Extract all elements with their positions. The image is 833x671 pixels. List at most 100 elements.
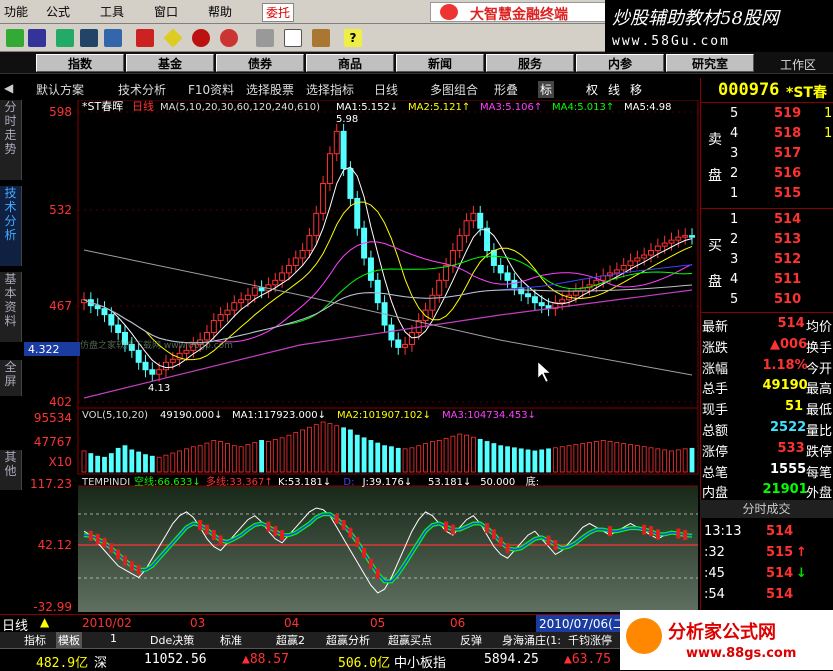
status-smb-amount: 506.0亿 — [338, 656, 391, 671]
line-button[interactable]: 线 — [608, 81, 620, 98]
volume-bar — [682, 448, 688, 473]
quote-value: 533 — [777, 440, 805, 456]
volume-y-label: X10 — [49, 455, 73, 469]
flag-icon[interactable] — [6, 29, 24, 47]
ind-tab-template[interactable]: 模板 — [56, 632, 82, 648]
quote-label: 最新 — [702, 320, 729, 335]
nav-insider[interactable]: 内参 — [576, 54, 664, 72]
ind-tab-rebound[interactable]: 反弹 — [460, 632, 482, 648]
ind-tab-chaoying-buy[interactable]: 超赢买点 — [388, 632, 432, 648]
candle-body — [689, 235, 695, 238]
left-arrow-icon[interactable]: ◀ — [4, 81, 13, 95]
indicator-panel-bg — [78, 486, 698, 612]
overlay-select[interactable]: 形叠 — [494, 81, 518, 98]
tech-analysis-select[interactable]: 技术分析 — [118, 81, 166, 98]
date-month-05: 05 — [370, 616, 386, 630]
menu-tools[interactable]: 工具 — [100, 3, 124, 20]
volume-bar — [409, 447, 415, 473]
ind-tab-chaoying2[interactable]: 超赢2 — [276, 632, 305, 648]
no-entry-icon[interactable] — [192, 29, 210, 47]
volume-bar — [334, 425, 340, 473]
ind-tab-dde[interactable]: Dde决策 — [150, 632, 194, 648]
nav-index[interactable]: 指数 — [36, 54, 124, 72]
volume-bar — [286, 434, 292, 473]
candle-body — [224, 309, 231, 316]
ind-tab-1[interactable]: 1 — [110, 632, 117, 645]
ind-tab-qianjun[interactable]: 千钧涨停 — [568, 632, 612, 648]
nav-news[interactable]: 新闻 — [396, 54, 484, 72]
menu-formula[interactable]: 公式 — [46, 3, 70, 20]
indicator-block — [498, 537, 503, 548]
stop-icon[interactable] — [220, 29, 238, 47]
binoculars-icon[interactable] — [80, 29, 98, 47]
volume-bar — [593, 441, 599, 473]
menu-help[interactable]: 帮助 — [208, 3, 232, 20]
volume-bar — [81, 450, 87, 473]
ind-tab-chaoying-analysis[interactable]: 超赢分析 — [326, 632, 370, 648]
scheme-select[interactable]: 默认方案 — [36, 81, 84, 98]
f10-select[interactable]: F10资料 — [188, 81, 234, 98]
alert-icon[interactable] — [136, 29, 154, 47]
level-price: 511 — [774, 272, 802, 287]
candle-body — [231, 302, 238, 311]
volume-bar — [634, 445, 640, 473]
volume-bar — [231, 445, 237, 473]
header-value: K:53.181↓ — [278, 477, 331, 488]
volume-bar — [539, 449, 545, 473]
header-value: MA1:117923.000↓ — [232, 410, 326, 421]
candle-body — [169, 358, 176, 363]
select-indicator-button[interactable]: 选择指标 — [306, 81, 354, 98]
quote-row: 最新 514 均价 — [700, 314, 833, 335]
quote-row: 涨跌 ▲006 换手 — [700, 335, 833, 356]
menu-window[interactable]: 窗口 — [154, 3, 178, 20]
volume-bar — [279, 437, 285, 473]
grid-icon[interactable] — [28, 29, 46, 47]
ind-tab-shenhai[interactable]: 身海涌庄(1: — [502, 632, 561, 648]
workspace-label[interactable]: 工作区 — [780, 56, 816, 73]
help-cursor-icon[interactable]: ? — [344, 29, 362, 47]
multi-chart-select[interactable]: 多图组合 — [430, 81, 478, 98]
volume-bar — [218, 441, 224, 473]
volume-bar — [491, 443, 497, 473]
status-sz-change: ▲88.57 — [242, 652, 289, 667]
candle-body — [634, 257, 641, 262]
window-icon[interactable] — [284, 29, 302, 47]
people-icon[interactable] — [104, 29, 122, 47]
diamond-icon[interactable] — [163, 28, 183, 48]
divider — [700, 102, 833, 103]
ticks-title[interactable]: 分时成交 — [700, 500, 833, 518]
ind-tab-indicator[interactable]: 指标 — [24, 632, 46, 648]
ind-tab-standard[interactable]: 标准 — [220, 632, 242, 648]
divider — [700, 208, 833, 209]
volume-bar — [382, 445, 387, 473]
nav-fund[interactable]: 基金 — [126, 54, 214, 72]
quote-row: 3 517 — [700, 144, 833, 164]
nav-bond[interactable]: 债券 — [216, 54, 304, 72]
indicator-y-label: -32.99 — [33, 600, 72, 614]
main-chart[interactable]: *ST春晖 日线 MA(5,10,20,30,60,120,240,610) M… — [0, 100, 700, 614]
quote-row: 2 516 — [700, 164, 833, 184]
books-icon[interactable] — [312, 29, 330, 47]
level-price: 516 — [774, 166, 802, 181]
nav-commodity[interactable]: 商品 — [306, 54, 394, 72]
move-button[interactable]: 移 — [630, 81, 642, 98]
price-y-label: 402 — [49, 395, 72, 409]
indicator-block — [348, 527, 353, 538]
candle-body — [115, 324, 122, 333]
volume-bar — [259, 440, 265, 473]
indicator-y-label: 117.23 — [30, 477, 72, 491]
menu-function[interactable]: 功能 — [4, 3, 28, 20]
nav-service[interactable]: 服务 — [486, 54, 574, 72]
copy-icon[interactable] — [256, 29, 274, 47]
quote-row: 总手 49190 最高 — [700, 376, 833, 397]
rights-button[interactable]: 权 — [586, 81, 598, 98]
select-stock-button[interactable]: 选择股票 — [246, 81, 294, 98]
candle-body — [238, 299, 245, 304]
volume-bar — [628, 444, 633, 473]
candle-body — [538, 302, 545, 307]
period-select[interactable]: 日线 — [374, 81, 398, 98]
nav-research[interactable]: 研究室 — [666, 54, 754, 72]
entrust-button[interactable]: 委托 — [262, 3, 295, 22]
chart-icon[interactable] — [56, 29, 74, 47]
mark-button[interactable]: 标 — [538, 81, 555, 98]
